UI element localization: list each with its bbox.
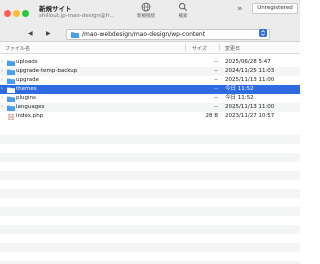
file-size: -- — [214, 86, 218, 92]
minimize-window-button[interactable] — [13, 10, 20, 17]
disclosure-triangle-icon[interactable]: › — [1, 85, 3, 94]
column-header: ファイル名 サイズ 変更日 — [0, 42, 300, 54]
title-bar: 新規サイト shillout.jp-mao-design@fr... 新規接続 … — [0, 0, 300, 27]
php-file-icon — [8, 114, 14, 120]
window-subtitle: shillout.jp-mao-design@fr... — [39, 13, 115, 19]
new-connection-button[interactable]: 新規接続 — [131, 2, 161, 19]
folder-icon — [7, 105, 15, 111]
folder-icon — [7, 87, 15, 93]
file-size: -- — [214, 77, 218, 83]
file-list: › uploads -- 2025/06/28 5:47 › upgrade-temp-b… — [0, 58, 300, 121]
unregistered-button[interactable]: Unregistered — [252, 3, 298, 14]
file-row[interactable]: › uploads -- 2025/06/28 5:47 — [0, 58, 300, 67]
toolbar-overflow-button[interactable]: » — [237, 4, 243, 14]
file-row[interactable]: › upgrade-temp-backup -- 2024/11/25 11:03 — [0, 67, 300, 76]
file-name: plugins — [16, 95, 36, 101]
disclosure-triangle-icon[interactable]: › — [1, 103, 3, 112]
path-bar: ◀ ▶ /mao-webdesign/mao-design/wp-content — [0, 27, 300, 42]
column-modified-header[interactable]: 変更日 — [225, 45, 240, 52]
file-modified-date: 2025/11/13 11:00 — [225, 77, 275, 83]
file-modified-date: 2024/11/25 11:03 — [225, 68, 275, 74]
file-row[interactable]: › themes -- 今日 11:52 — [0, 85, 300, 94]
folder-icon — [7, 96, 15, 102]
file-name: upgrade — [16, 77, 39, 83]
file-row[interactable]: › plugins -- 今日 11:52 — [0, 94, 300, 103]
column-divider[interactable] — [219, 44, 220, 51]
disclosure-triangle-icon[interactable]: › — [1, 67, 3, 76]
folder-icon — [7, 60, 15, 66]
file-size: 28 B — [205, 113, 218, 119]
chevron-up-down-icon — [261, 30, 265, 36]
path-text: /mao-webdesign/mao-design/wp-content — [82, 31, 206, 38]
folder-icon — [7, 78, 15, 84]
file-modified-date: 2025/11/13 11:00 — [225, 104, 275, 110]
back-button[interactable]: ◀ — [28, 29, 33, 38]
file-name: upgrade-temp-backup — [16, 68, 78, 74]
new-connection-label: 新規接続 — [137, 14, 155, 19]
disclosure-triangle-icon[interactable]: › — [1, 58, 3, 67]
search-button[interactable]: 検索 — [168, 2, 198, 19]
folder-icon — [7, 69, 15, 75]
file-name: uploads — [16, 59, 38, 65]
file-size: -- — [214, 59, 218, 65]
column-size-header[interactable]: サイズ — [192, 45, 207, 52]
file-size: -- — [214, 68, 218, 74]
disclosure-triangle-icon[interactable]: › — [1, 76, 3, 85]
search-label: 検索 — [178, 14, 188, 19]
forward-button[interactable]: ▶ — [46, 29, 51, 38]
globe-icon — [141, 2, 151, 12]
folder-icon — [71, 32, 79, 38]
path-field[interactable]: /mao-webdesign/mao-design/wp-content — [66, 29, 270, 40]
search-icon — [179, 3, 187, 11]
file-modified-date: 2023/11/27 10:57 — [225, 113, 275, 119]
empty-list-area — [0, 126, 300, 264]
column-name-header[interactable]: ファイル名 — [5, 45, 30, 52]
file-name: index.php — [16, 113, 44, 119]
file-row[interactable]: › languages -- 2025/11/13 11:00 — [0, 103, 300, 112]
disclosure-triangle-icon[interactable]: › — [1, 94, 3, 103]
file-size: -- — [214, 104, 218, 110]
file-modified-date: 今日 11:52 — [225, 95, 254, 101]
path-dropdown-button[interactable] — [259, 29, 267, 37]
window-title: 新規サイト — [39, 5, 72, 13]
close-window-button[interactable] — [4, 10, 11, 17]
file-modified-date: 今日 11:52 — [225, 86, 254, 92]
file-row[interactable]: index.php 28 B 2023/11/27 10:57 — [0, 112, 300, 121]
file-modified-date: 2025/06/28 5:47 — [225, 59, 271, 65]
column-divider[interactable] — [185, 44, 186, 51]
file-size: -- — [214, 95, 218, 101]
file-name: themes — [16, 86, 37, 92]
file-row[interactable]: › upgrade -- 2025/11/13 11:00 — [0, 76, 300, 85]
zoom-window-button[interactable] — [22, 10, 29, 17]
file-name: languages — [16, 104, 45, 110]
